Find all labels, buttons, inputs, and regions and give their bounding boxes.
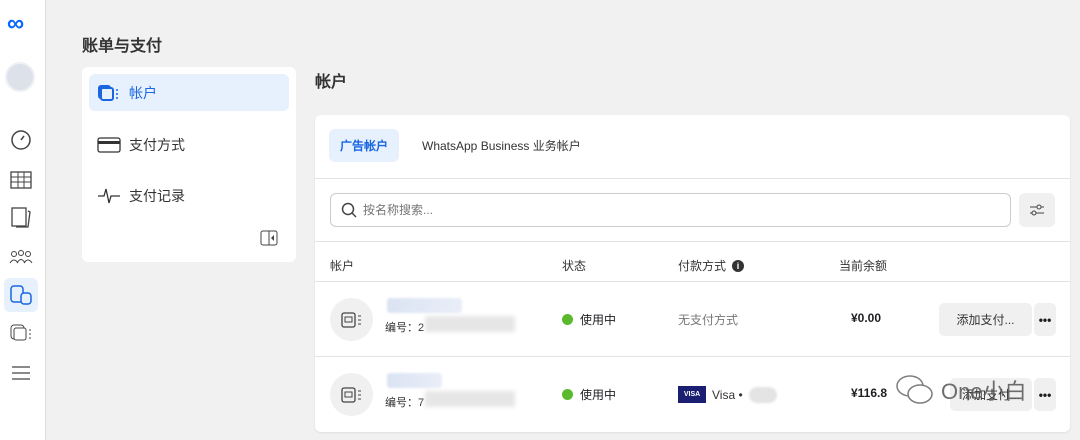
visa-card-icon: VISA bbox=[678, 386, 706, 403]
watermark-text: One小白 bbox=[941, 379, 1027, 404]
balance: ¥0.00 bbox=[851, 311, 882, 325]
status-text: 使用中 bbox=[580, 313, 617, 327]
menu-icon[interactable] bbox=[4, 356, 38, 390]
column-header-balance: 当前余额 bbox=[839, 259, 888, 273]
add-payment-button[interactable]: 添加支付... bbox=[939, 303, 1032, 336]
left-rail: ∞ bbox=[0, 0, 46, 440]
redacted-id bbox=[425, 391, 515, 407]
billing-icon[interactable] bbox=[4, 278, 38, 312]
redacted-name bbox=[387, 298, 462, 313]
payment-method: VISA Visa • bbox=[678, 386, 777, 403]
account-id: 编号：7 bbox=[385, 397, 425, 409]
accounts-icon[interactable] bbox=[4, 316, 38, 350]
redacted-name bbox=[387, 373, 442, 388]
nav-label: 支付方式 bbox=[129, 136, 185, 153]
credit-card-icon bbox=[97, 136, 121, 153]
tab-whatsapp-accounts[interactable]: WhatsApp Business 业务帐户 bbox=[411, 129, 592, 162]
more-options-button[interactable]: ••• bbox=[1034, 303, 1056, 336]
activity-icon bbox=[98, 188, 120, 203]
info-icon[interactable]: i bbox=[732, 259, 745, 272]
nav-item-payment-methods[interactable]: 支付方式 bbox=[89, 126, 289, 163]
status-dot bbox=[562, 389, 573, 400]
reports-icon[interactable] bbox=[4, 200, 38, 234]
status-text: 使用中 bbox=[580, 388, 617, 402]
status-badge: 使用中 bbox=[562, 386, 616, 403]
divider bbox=[315, 178, 1070, 179]
account-icon bbox=[330, 298, 373, 341]
tab-ad-accounts[interactable]: 广告帐户 bbox=[329, 129, 400, 162]
sliders-icon bbox=[1030, 204, 1044, 216]
status-dot bbox=[562, 314, 573, 325]
more-options-button[interactable]: ••• bbox=[1034, 378, 1056, 411]
column-header-payment: 付款方式 i bbox=[678, 257, 745, 274]
dashboard-icon[interactable] bbox=[4, 123, 38, 157]
divider bbox=[315, 241, 1070, 242]
account-icon bbox=[330, 373, 373, 416]
column-header-status: 状态 bbox=[562, 259, 587, 273]
balance: ¥116.8 bbox=[851, 386, 888, 400]
section-title: 帐户 bbox=[315, 74, 348, 91]
payment-text: Visa • bbox=[712, 387, 743, 402]
table-row[interactable]: 编号：2 使用中 无支付方式 ¥0.00 添加支付... ••• bbox=[315, 282, 1070, 356]
people-icon[interactable] bbox=[4, 240, 38, 274]
nav-label: 帐户 bbox=[129, 84, 157, 101]
page-title: 账单与支付 bbox=[82, 38, 163, 55]
table-icon[interactable] bbox=[4, 163, 38, 197]
nav-item-payment-history[interactable]: 支付记录 bbox=[89, 177, 289, 214]
header-label: 付款方式 bbox=[678, 259, 727, 273]
billing-nav: 帐户 支付方式 支付记录 bbox=[82, 67, 296, 262]
status-badge: 使用中 bbox=[562, 311, 616, 328]
account-id: 编号：2 bbox=[385, 322, 425, 334]
search-input[interactable] bbox=[363, 203, 1010, 217]
nav-label: 支付记录 bbox=[129, 187, 185, 204]
redacted-card bbox=[748, 386, 777, 403]
filter-button[interactable] bbox=[1019, 193, 1055, 227]
wechat-logo-icon bbox=[896, 375, 933, 404]
search-box[interactable] bbox=[330, 193, 1011, 227]
avatar[interactable] bbox=[5, 62, 35, 92]
search-icon bbox=[341, 202, 357, 218]
collapse-panel-icon[interactable] bbox=[260, 230, 278, 249]
payment-method: 无支付方式 bbox=[678, 313, 739, 327]
watermark: One小白 bbox=[895, 373, 1027, 407]
nav-item-accounts[interactable]: 帐户 bbox=[89, 74, 289, 111]
meta-logo-icon[interactable]: ∞ bbox=[7, 10, 24, 38]
redacted-id bbox=[425, 316, 515, 332]
accounts-icon bbox=[98, 84, 118, 101]
column-header-account: 帐户 bbox=[330, 259, 355, 273]
